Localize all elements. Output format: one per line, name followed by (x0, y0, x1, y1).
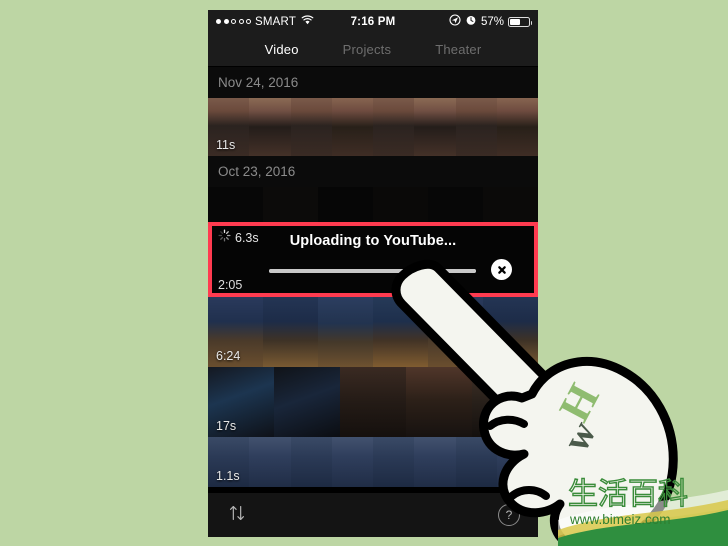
filmstrip (208, 187, 538, 222)
video-duration: 17s (216, 419, 237, 433)
status-bar-left: SMART (216, 15, 314, 28)
help-question-icon[interactable]: ? (498, 504, 520, 526)
thumb-frame (340, 367, 406, 437)
wifi-icon (301, 15, 314, 28)
video-row-624[interactable]: 6:24 (208, 297, 538, 367)
thumb-frame (373, 98, 415, 156)
video-row-11s-blue[interactable]: 1.1s (208, 437, 538, 487)
carrier-name: SMART (255, 15, 297, 28)
video-duration: 11s (216, 138, 236, 152)
date-header-nov: Nov 24, 2016 (208, 67, 538, 98)
filmstrip (208, 297, 538, 367)
upload-progress-bar (269, 269, 476, 273)
wikihow-logo-h: H (549, 376, 608, 429)
upload-progress-row[interactable]: 6.3s Uploading to YouTube... 2:05 (208, 222, 538, 297)
thumb-frame (472, 367, 538, 437)
thumb-frame (428, 187, 483, 222)
tab-theater[interactable]: Theater (435, 42, 481, 57)
site-watermark: 生活百科 www.bimeiz.com (558, 476, 728, 546)
thumb-frame (318, 187, 373, 222)
thumb-frame (208, 187, 263, 222)
thumb-frame (496, 437, 538, 487)
thumb-frame (331, 98, 373, 156)
video-row-17s[interactable]: 17s (208, 367, 538, 437)
thumb-frame (414, 98, 456, 156)
thumb-frame (414, 437, 456, 487)
sort-arrows-icon[interactable] (226, 502, 248, 529)
thumb-frame (318, 297, 373, 367)
thumb-frame (455, 437, 497, 487)
thumb-frame (483, 187, 538, 222)
upload-progress-fill (269, 269, 476, 273)
tab-projects[interactable]: Projects (343, 42, 392, 57)
thumb-frame (373, 187, 428, 222)
alarm-clock-icon (465, 14, 477, 29)
watermark-chinese-text: 生活百科 (568, 477, 688, 512)
thumb-frame (249, 437, 291, 487)
thumb-frame (331, 437, 373, 487)
tab-bar: Video Projects Theater (208, 33, 538, 67)
date-header-oct: Oct 23, 2016 (208, 156, 538, 187)
filmstrip (208, 367, 538, 437)
video-duration: 6:24 (216, 349, 241, 363)
close-x-icon (497, 265, 506, 274)
thumb-frame (373, 297, 428, 367)
thumb-frame (263, 187, 318, 222)
upload-title: Uploading to YouTube... (289, 233, 457, 249)
battery-icon (508, 16, 532, 27)
location-arrow-icon (449, 14, 461, 29)
video-row-11s[interactable]: 11s (208, 98, 538, 156)
filmstrip (208, 98, 538, 156)
thumb-frame (428, 297, 483, 367)
tab-video[interactable]: Video (265, 42, 299, 57)
thumb-frame (455, 98, 497, 156)
bottom-toolbar: ? (208, 493, 538, 537)
thumb-frame (263, 297, 318, 367)
thumb-frame (406, 367, 472, 437)
wikihow-logo-w: w (555, 414, 605, 458)
status-bar-right: 57% (449, 14, 532, 29)
thumb-frame (483, 297, 538, 367)
video-duration: 1.1s (216, 469, 240, 483)
video-row-dark[interactable] (208, 187, 538, 222)
upload-cancel-button[interactable] (491, 259, 512, 280)
thumb-frame (290, 437, 332, 487)
thumb-frame (373, 437, 415, 487)
status-bar: SMART 7:16 PM 57% (208, 10, 538, 33)
battery-percentage: 57% (480, 15, 504, 28)
upload-video-duration: 2:05 (218, 278, 243, 292)
thumb-frame (274, 367, 340, 437)
thumb-frame (290, 98, 332, 156)
signal-strength-dots (216, 19, 251, 24)
watermark-url: www.bimeiz.com (569, 512, 671, 527)
thumb-frame (249, 98, 291, 156)
phone-screen: SMART 7:16 PM 57% Video Projects Theater… (208, 10, 538, 537)
thumb-frame (496, 98, 538, 156)
filmstrip (208, 437, 538, 487)
screenshot-root: SMART 7:16 PM 57% Video Projects Theater… (0, 0, 728, 546)
video-list: Nov 24, 2016 11s Oct 23, 2016 6.3s Uploa… (208, 67, 538, 487)
